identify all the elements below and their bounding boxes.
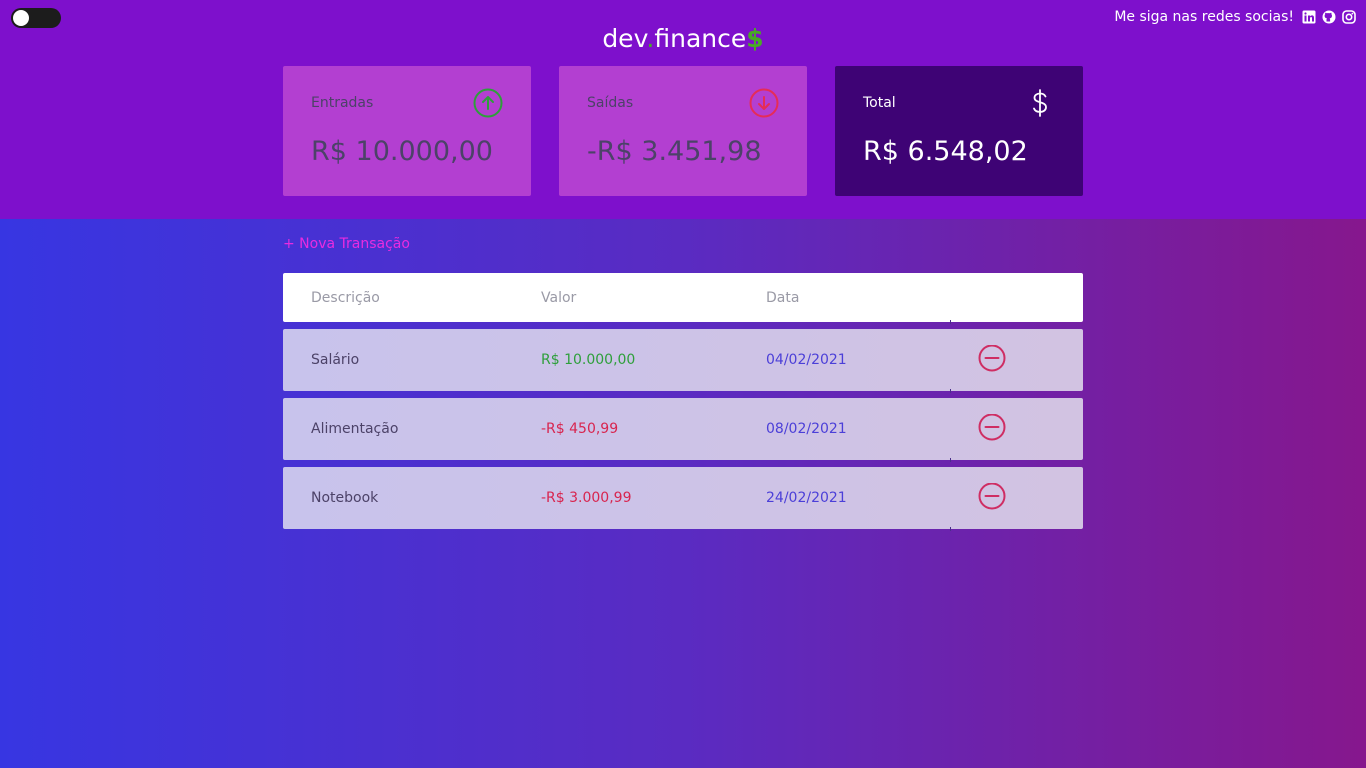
row-value: -R$ 3.000,99 <box>541 490 632 506</box>
logo-dev: dev <box>602 24 647 53</box>
row-value: R$ 10.000,00 <box>541 352 636 368</box>
header: Me siga nas redes socias! dev.finance$ E… <box>0 0 1366 219</box>
row-description: Alimentação <box>311 421 399 437</box>
remove-circle-icon[interactable] <box>977 414 1007 444</box>
remove-circle-icon[interactable] <box>977 345 1007 375</box>
table-row: Notebook -R$ 3.000,99 24/02/2021 <box>283 467 1083 531</box>
remove-circle-icon[interactable] <box>977 483 1007 513</box>
total-amount: R$ 6.548,02 <box>863 136 1028 167</box>
header-date: Data <box>766 289 800 306</box>
remove-cell <box>977 467 1007 529</box>
expense-title: Saídas <box>587 95 634 111</box>
row-description: Notebook <box>311 490 379 506</box>
github-icon[interactable] <box>1322 10 1336 24</box>
total-card: Total R$ 6.548,02 <box>835 66 1083 196</box>
remove-cell <box>977 398 1007 460</box>
remove-cell <box>977 329 1007 391</box>
app-logo: dev.finance$ <box>0 24 1366 53</box>
arrow-down-circle-icon <box>749 88 779 118</box>
expense-card: Saídas -R$ 3.451,98 <box>559 66 807 196</box>
logo-finance: finance <box>654 24 747 53</box>
income-card: Entradas R$ 10.000,00 <box>283 66 531 196</box>
linkedin-icon[interactable] <box>1302 10 1316 24</box>
logo-dollar: $ <box>746 24 764 53</box>
transactions-table: Descrição Valor Data Salário R$ 10.000,0… <box>283 273 1083 531</box>
table-row: Salário R$ 10.000,00 04/02/2021 <box>283 329 1083 393</box>
row-description: Salário <box>311 352 360 368</box>
column-divider <box>950 458 951 462</box>
row-date: 24/02/2021 <box>766 490 847 506</box>
header-value: Valor <box>541 289 577 306</box>
new-transaction-link[interactable]: + Nova Transação <box>283 236 410 252</box>
social-label: Me siga nas redes socias! <box>1114 9 1294 25</box>
column-divider <box>950 320 951 324</box>
row-date: 04/02/2021 <box>766 352 847 368</box>
expense-amount: -R$ 3.451,98 <box>587 136 762 167</box>
income-title: Entradas <box>311 95 374 111</box>
column-divider <box>950 389 951 393</box>
dollar-icon <box>1025 88 1055 118</box>
table-header: Descrição Valor Data <box>283 273 1083 324</box>
row-date: 08/02/2021 <box>766 421 847 437</box>
income-amount: R$ 10.000,00 <box>311 136 493 167</box>
column-divider <box>950 527 951 531</box>
instagram-icon[interactable] <box>1342 10 1356 24</box>
table-row: Alimentação -R$ 450,99 08/02/2021 <box>283 398 1083 462</box>
arrow-up-circle-icon <box>473 88 503 118</box>
social-links: Me siga nas redes socias! <box>1114 9 1356 25</box>
row-value: -R$ 450,99 <box>541 421 619 437</box>
total-title: Total <box>863 95 896 111</box>
header-description: Descrição <box>311 289 380 306</box>
